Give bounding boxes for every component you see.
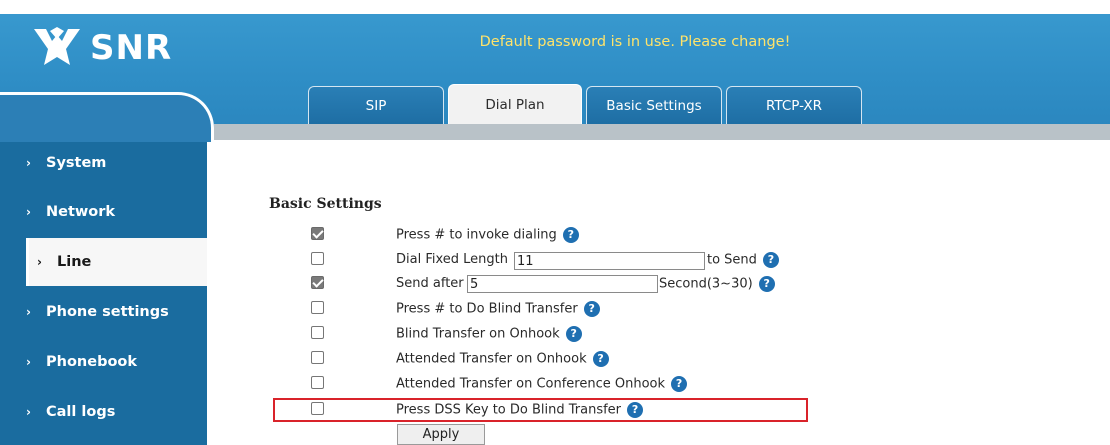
setting-checkbox[interactable] bbox=[311, 376, 324, 389]
chevron-right-icon: › bbox=[37, 255, 42, 269]
help-icon[interactable]: ? bbox=[562, 227, 579, 243]
tab-basic-settings[interactable]: Basic Settings bbox=[586, 86, 722, 124]
help-icon[interactable]: ? bbox=[671, 376, 688, 392]
apply-button[interactable]: Apply bbox=[397, 424, 485, 445]
sidebar-item-label: Phone settings bbox=[46, 304, 169, 320]
dial-fixed-length-input[interactable] bbox=[514, 252, 705, 270]
top-margin bbox=[0, 0, 1110, 14]
sidebar-item-system[interactable]: › System bbox=[0, 139, 207, 187]
setting-label: Attended Transfer on Onhook bbox=[396, 351, 587, 367]
sidebar-item-label: System bbox=[46, 155, 107, 171]
setting-label: Send after bbox=[396, 276, 464, 291]
setting-label: Press # to Do Blind Transfer bbox=[396, 301, 578, 317]
setting-checkbox[interactable] bbox=[311, 326, 324, 339]
tab-strip bbox=[214, 124, 1110, 140]
setting-checkbox[interactable] bbox=[311, 227, 324, 240]
sidebar-item-phone-settings[interactable]: › Phone settings bbox=[0, 288, 207, 336]
setting-checkbox[interactable] bbox=[311, 402, 324, 415]
suffix-label: Second(3~30) bbox=[659, 276, 753, 292]
setting-row-attended-conference: Attended Transfer on Conference Onhook? bbox=[396, 376, 688, 392]
tab-bar: SIP Dial Plan Basic Settings RTCP-XR bbox=[308, 84, 866, 124]
sidebar-item-call-logs[interactable]: › Call logs bbox=[0, 388, 207, 436]
password-warning: Default password is in use. Please chang… bbox=[479, 34, 791, 50]
setting-row-dss-blind-transfer: Press DSS Key to Do Blind Transfer? bbox=[396, 402, 644, 418]
help-icon[interactable]: ? bbox=[627, 402, 644, 418]
chevron-right-icon: › bbox=[26, 355, 31, 369]
chevron-right-icon: › bbox=[26, 405, 31, 419]
setting-checkbox[interactable] bbox=[311, 252, 324, 265]
send-after-input[interactable] bbox=[467, 275, 658, 293]
sidebar-item-label: Line bbox=[57, 254, 92, 270]
setting-label: Press # to invoke dialing bbox=[396, 227, 557, 243]
sidebar-item-phonebook[interactable]: › Phonebook bbox=[0, 338, 207, 386]
tab-sip[interactable]: SIP bbox=[308, 86, 444, 124]
help-icon[interactable]: ? bbox=[762, 252, 779, 268]
setting-checkbox[interactable] bbox=[311, 351, 324, 364]
section-title: Basic Settings bbox=[269, 196, 382, 212]
help-icon[interactable]: ? bbox=[583, 301, 600, 317]
help-icon[interactable]: ? bbox=[758, 276, 775, 292]
setting-row-suffix: to Send? bbox=[707, 252, 779, 268]
sidebar-item-label: Call logs bbox=[46, 404, 116, 420]
chevron-right-icon: › bbox=[26, 205, 31, 219]
help-icon[interactable]: ? bbox=[592, 351, 609, 367]
setting-row-press-hash-dial: Press # to invoke dialing? bbox=[396, 227, 579, 243]
setting-row-suffix: Second(3~30)? bbox=[659, 276, 775, 292]
help-icon[interactable]: ? bbox=[565, 326, 582, 342]
sidebar-item-line[interactable]: › Line bbox=[26, 238, 207, 286]
sidebar-item-label: Network bbox=[46, 204, 116, 220]
suffix-label: to Send bbox=[707, 252, 757, 268]
setting-row-blind-onhook: Blind Transfer on Onhook? bbox=[396, 326, 582, 342]
sidebar-item-network[interactable]: › Network bbox=[0, 188, 207, 236]
setting-label: Attended Transfer on Conference Onhook bbox=[396, 376, 666, 392]
tab-rtcp-xr[interactable]: RTCP-XR bbox=[726, 86, 862, 124]
chevron-right-icon: › bbox=[26, 156, 31, 170]
setting-label: Dial Fixed Length bbox=[396, 252, 508, 267]
setting-label: Blind Transfer on Onhook bbox=[396, 326, 560, 342]
setting-label: Press DSS Key to Do Blind Transfer bbox=[396, 402, 622, 418]
setting-row-attended-onhook: Attended Transfer on Onhook? bbox=[396, 351, 609, 367]
tab-dial-plan[interactable]: Dial Plan bbox=[448, 84, 582, 124]
sidebar-item-label: Phonebook bbox=[46, 354, 138, 370]
setting-row-hash-blind-transfer: Press # to Do Blind Transfer? bbox=[396, 301, 600, 317]
setting-checkbox[interactable] bbox=[311, 301, 324, 314]
sidebar-top-curve bbox=[0, 92, 214, 142]
setting-checkbox[interactable] bbox=[311, 276, 324, 289]
chevron-right-icon: › bbox=[26, 305, 31, 319]
